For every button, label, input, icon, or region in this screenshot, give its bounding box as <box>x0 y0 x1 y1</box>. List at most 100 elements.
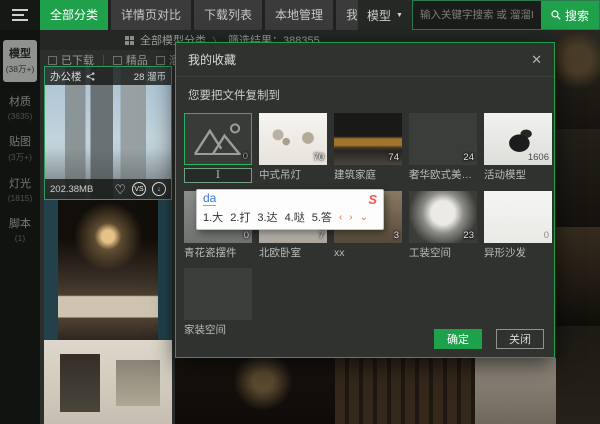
text-cursor-icon: I <box>216 171 220 181</box>
background-photo <box>556 129 600 228</box>
hamburger-icon <box>12 6 28 24</box>
ime-candidate-3[interactable]: 3.达 <box>257 209 277 225</box>
folder-thumb[interactable]: 74 <box>334 113 402 165</box>
ime-candidate-1[interactable]: 1.大 <box>203 209 223 225</box>
grid-icon <box>125 36 134 45</box>
folder-label: 青花瓷摆件 <box>184 247 252 260</box>
search-button[interactable]: 搜索 <box>541 1 599 29</box>
sidebar-item-label: 材质 <box>0 93 40 109</box>
folder-count: 0 <box>243 151 248 162</box>
folder-tile[interactable]: 74 建筑家庭 <box>334 113 402 183</box>
chevron-down-icon: ▼ <box>396 12 403 19</box>
sogou-logo-icon: S <box>368 193 377 206</box>
sidebar-item-label: 贴图 <box>0 133 40 149</box>
folder-thumb[interactable]: 23 <box>409 191 477 243</box>
folder-tile[interactable]: 0 异形沙发 <box>484 191 552 260</box>
folder-label: xx <box>334 247 402 260</box>
search-group: 搜索 <box>412 0 600 30</box>
tab-download-list[interactable]: 下载列表 <box>194 0 262 30</box>
sidebar-item-models[interactable]: 模型 (38万+) <box>3 40 37 82</box>
folder-tile[interactable]: 23 工装空间 <box>409 191 477 260</box>
image-placeholder-icon <box>192 121 244 157</box>
asset-price: 28 溜币 <box>134 69 166 83</box>
modal-subtitle: 您要把文件复制到 <box>176 77 554 105</box>
close-icon[interactable]: ✕ <box>531 52 542 68</box>
background-photo <box>556 326 600 424</box>
cancel-button[interactable]: 关闭 <box>496 329 544 349</box>
category-dropdown[interactable]: 模型 ▼ <box>357 0 412 30</box>
ime-candidate-row: 1.大 2.打 3.达 4.哒 5.答 ‹ › ⌄ <box>197 207 383 229</box>
ime-candidate-2[interactable]: 2.打 <box>230 209 250 225</box>
sidebar-item-label: 模型 <box>3 45 37 61</box>
ime-expand-icon[interactable]: ⌄ <box>360 212 368 223</box>
folder-label: 北欧卧室 <box>259 247 327 260</box>
background-photo <box>175 358 335 424</box>
background-photo-artwork <box>44 340 172 424</box>
folder-tile[interactable]: 24 奢华欧式美式... <box>409 113 477 183</box>
sidebar-item-scripts[interactable]: 脚本 (1) <box>0 210 40 250</box>
asset-card-office-building[interactable]: 办公楼 28 溜币 202.38MB ♡ VS ↓ <box>44 66 172 200</box>
folder-tile[interactable]: 70 中式吊灯 <box>259 113 327 183</box>
sidebar-item-lights[interactable]: 灯光 (1815) <box>0 170 40 210</box>
asset-card-header: 办公楼 28 溜币 <box>45 67 171 85</box>
folder-thumb[interactable] <box>184 268 252 320</box>
left-sidebar: 模型 (38万+) 材质 (3635) 贴图 (3万+) 灯光 (1815) 脚… <box>0 30 40 424</box>
folder-tile-new[interactable]: 0 I <box>184 113 252 183</box>
category-dropdown-label: 模型 <box>367 7 391 24</box>
folder-thumb[interactable]: 0 <box>484 191 552 243</box>
ime-typed-text: da <box>203 192 216 206</box>
asset-title: 办公楼 <box>50 69 82 84</box>
new-folder-thumb[interactable]: 0 <box>184 113 252 165</box>
folder-count: 0 <box>544 230 549 241</box>
tab-local-manage[interactable]: 本地管理 <box>265 0 333 30</box>
search-area: 模型 ▼ 搜索 <box>357 0 600 30</box>
checkbox-icon[interactable] <box>113 56 122 65</box>
confirm-button[interactable]: 确定 <box>434 329 482 349</box>
folder-count: 3 <box>394 230 399 241</box>
share-icon[interactable] <box>86 72 95 81</box>
ime-popup: da S 1.大 2.打 3.达 4.哒 5.答 ‹ › ⌄ <box>196 189 384 230</box>
search-icon <box>551 10 561 20</box>
folder-tile[interactable]: 家装空间 <box>184 268 252 337</box>
folder-thumb[interactable]: 1606 <box>484 113 552 165</box>
folder-label: 家装空间 <box>184 324 252 337</box>
background-photo-row <box>175 358 556 424</box>
tab-detail-compare[interactable]: 详情页对比 <box>111 0 191 30</box>
new-folder-name-input[interactable]: I <box>184 168 252 183</box>
modal-header: 我的收藏 ✕ <box>176 43 554 77</box>
folder-count: 24 <box>463 152 474 163</box>
compare-vs-button[interactable]: VS <box>132 182 146 196</box>
background-photo <box>335 358 475 424</box>
folder-label: 中式吊灯 <box>259 169 327 182</box>
ime-candidate-5[interactable]: 5.答 <box>312 209 332 225</box>
favorite-heart-icon[interactable]: ♡ <box>114 183 126 196</box>
sidebar-item-count: (1) <box>0 233 40 243</box>
menu-toggle-button[interactable] <box>0 0 40 30</box>
modal-actions: 确定 关闭 <box>434 329 544 349</box>
sidebar-item-count: (38万+) <box>3 63 37 75</box>
ime-prev-page-icon[interactable]: ‹ <box>339 212 342 223</box>
sidebar-item-count: (1815) <box>0 193 40 203</box>
folder-count: 74 <box>388 152 399 163</box>
sidebar-item-materials[interactable]: 材质 (3635) <box>0 88 40 128</box>
folder-thumb[interactable]: 70 <box>259 113 327 165</box>
download-icon[interactable]: ↓ <box>152 182 166 196</box>
background-photo-dining <box>44 200 172 340</box>
search-input[interactable] <box>413 1 541 29</box>
folder-label: 异形沙发 <box>484 247 552 260</box>
tab-all-categories[interactable]: 全部分类 <box>40 0 108 30</box>
background-photo-column <box>556 30 600 424</box>
folder-tile[interactable]: 1606 活动模型 <box>484 113 552 183</box>
sidebar-item-textures[interactable]: 贴图 (3万+) <box>0 128 40 170</box>
main-tabs: 全部分类 详情页对比 下载列表 本地管理 我的收藏 <box>40 0 404 30</box>
folder-label: 活动模型 <box>484 169 552 182</box>
checkbox-icon[interactable] <box>156 56 165 65</box>
folder-count: 23 <box>463 230 474 241</box>
sidebar-item-count: (3万+) <box>0 151 40 163</box>
checkbox-icon[interactable] <box>48 56 57 65</box>
modal-title: 我的收藏 <box>188 51 236 68</box>
sidebar-item-label: 灯光 <box>0 175 40 191</box>
ime-next-page-icon[interactable]: › <box>349 212 352 223</box>
folder-thumb[interactable]: 24 <box>409 113 477 165</box>
ime-candidate-4[interactable]: 4.哒 <box>285 209 305 225</box>
